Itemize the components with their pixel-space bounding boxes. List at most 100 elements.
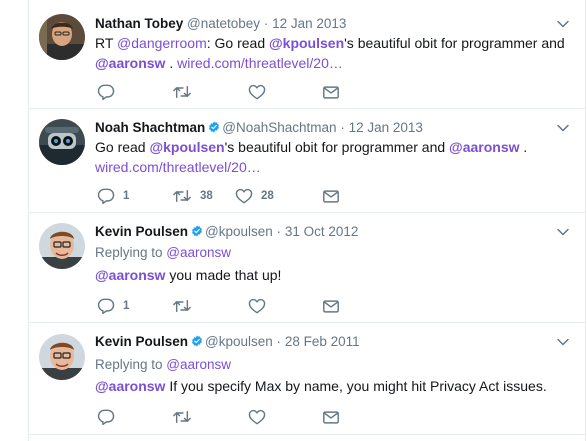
text-segment: : Go read [206,35,270,51]
direct-message-button[interactable] [322,408,340,426]
text-segment: 's beautiful obit for programmer and [224,139,450,155]
author-handle[interactable]: @NoahShachtman [222,120,336,135]
author-handle[interactable]: @kpoulsen [205,224,273,239]
text-segment: If you specify Max by name, you might hi… [165,378,547,394]
envelope-icon [322,189,340,204]
mention-link[interactable]: @kpoulsen [149,139,224,155]
replying-to-text: Replying to [95,245,167,260]
mention-link[interactable]: @kpoulsen [269,35,344,51]
tweet-date[interactable]: 12 Jan 2013 [349,120,423,135]
timeline-feed: Nathan Tobey @natetobey · 12 Jan 2013 RT… [28,0,586,441]
tweet-item[interactable]: Nathan Tobey @natetobey · 12 Jan 2013 RT… [29,0,585,109]
direct-message-button[interactable] [322,297,340,315]
author-name[interactable]: Kevin Poulsen [95,224,188,239]
separator-dot: · [263,16,269,31]
separator-dot: · [276,224,282,239]
tweet-text: RT @dangerroom: Go read @kpoulsen's beau… [95,33,565,73]
tweet-item[interactable]: Noah Shachtman @NoahShachtman · 12 Jan 20… [29,108,585,213]
retweet-button[interactable] [172,408,200,426]
avatar[interactable] [39,334,85,380]
heart-icon [248,298,266,314]
verified-badge-icon [191,225,203,237]
tweet-text: @aaronsw you made that up! [95,265,565,285]
like-button[interactable]: 28 [235,187,274,205]
author-name[interactable]: Noah Shachtman [95,120,205,135]
tweet-item[interactable]: Kevin Poulsen @kpoulsen · 28 Feb 2011 Rep… [29,322,585,435]
verified-badge-icon [208,121,220,133]
mention-link[interactable]: @aaronsw [449,139,519,155]
reply-icon [97,409,115,425]
direct-message-button[interactable] [322,83,340,101]
url-link[interactable]: wired.com/threatlevel/20… [177,55,343,71]
heart-icon [235,188,253,204]
tweet-header: Nathan Tobey @natetobey · 12 Jan 2013 [95,16,346,31]
retweet-button[interactable]: 38 [172,187,213,205]
author-handle[interactable]: @kpoulsen [205,334,273,349]
reply-button[interactable] [97,83,123,101]
reply-button[interactable]: 1 [97,297,129,315]
text-segment: RT [95,35,118,51]
replying-to-label: Replying to @aaronsw [95,245,231,260]
like-button[interactable] [248,408,274,426]
text-segment: . [519,139,528,155]
envelope-icon [322,85,340,100]
like-count: 28 [261,190,274,202]
avatar[interactable] [39,14,85,60]
verified-badge-icon [191,335,203,347]
url-link[interactable]: wired.com/threatlevel/20… [95,159,261,175]
replying-to-label: Replying to @aaronsw [95,357,231,372]
tweet-item[interactable]: Kevin Poulsen @kpoulsen · 31 Oct 2012 Rep… [29,212,585,323]
retweet-count: 38 [200,190,213,202]
author-name[interactable]: Kevin Poulsen [95,334,188,349]
chevron-down-icon[interactable] [557,338,569,346]
replying-to-text: Replying to [95,357,167,372]
envelope-icon [322,410,340,425]
mention-link[interactable]: @aaronsw [95,378,165,394]
retweet-icon [172,409,192,425]
heart-icon [248,84,266,100]
chevron-down-icon[interactable] [557,124,569,132]
text-segment: 's beautiful obit for programmer and [344,35,565,51]
envelope-icon [322,299,340,314]
mention-link[interactable]: @aaronsw [166,357,231,372]
direct-message-button[interactable] [322,187,340,205]
author-handle[interactable]: @natetobey [187,16,260,31]
reply-icon [97,188,115,204]
retweet-button[interactable] [172,297,200,315]
reply-button[interactable] [97,408,123,426]
tweet-text: Go read @kpoulsen's beautiful obit for p… [95,137,565,177]
text-segment: Go read [95,139,150,155]
tweet-date[interactable]: 31 Oct 2012 [285,224,359,239]
tweet-header: Noah Shachtman @NoahShachtman · 12 Jan 20… [95,120,423,135]
text-segment: . [165,55,178,71]
tweet-text: @aaronsw If you specify Max by name, you… [95,376,565,396]
chevron-down-icon[interactable] [557,228,569,236]
mention-link[interactable]: @aaronsw [166,245,231,260]
reply-icon [97,84,115,100]
like-button[interactable] [248,297,274,315]
heart-icon [248,409,266,425]
reply-count: 1 [123,300,130,312]
separator-dot: · [340,120,345,135]
reply-button[interactable]: 1 [97,187,129,205]
author-name[interactable]: Nathan Tobey [95,16,183,31]
avatar[interactable] [39,223,85,269]
text-segment: you made that up! [165,267,282,283]
retweet-icon [172,298,192,314]
mention-link[interactable]: @dangerroom [117,35,207,51]
retweet-icon [172,84,192,100]
tweet-header: Kevin Poulsen @kpoulsen · 31 Oct 2012 [95,224,358,239]
mention-link[interactable]: @aaronsw [95,55,165,71]
retweet-icon [172,188,192,204]
separator-dot: · [276,334,282,349]
avatar[interactable] [39,119,85,165]
tweet-date[interactable]: 12 Jan 2013 [272,16,346,31]
reply-count: 1 [123,190,130,202]
mention-link[interactable]: @aaronsw [95,267,165,283]
reply-icon [97,298,115,314]
tweet-header: Kevin Poulsen @kpoulsen · 28 Feb 2011 [95,334,360,349]
retweet-button[interactable] [172,83,200,101]
like-button[interactable] [248,83,274,101]
tweet-date[interactable]: 28 Feb 2011 [285,334,360,349]
chevron-down-icon[interactable] [557,20,569,28]
